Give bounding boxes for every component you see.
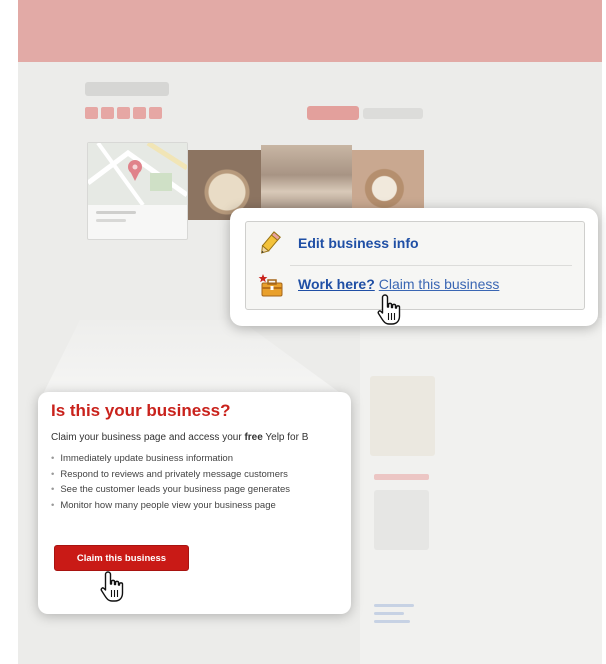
header-bar — [18, 0, 602, 62]
sidebar-column — [360, 318, 602, 664]
action-button-placeholder-2 — [363, 108, 423, 119]
list-item: • Immediately update business information — [51, 453, 234, 464]
benefits-list: • Immediately update business information… — [51, 453, 290, 515]
card-intro: Claim your business page and access your… — [51, 432, 309, 443]
claim-this-business-button[interactable]: Claim this business — [54, 545, 189, 571]
action-button-placeholder — [307, 106, 359, 120]
claim-this-business-link[interactable]: Claim this business — [379, 276, 500, 292]
title-placeholder — [85, 82, 169, 96]
divider — [290, 265, 572, 266]
edit-business-info-link[interactable]: Edit business info — [298, 235, 419, 251]
list-item: • Respond to reviews and privately messag… — [51, 468, 288, 480]
business-actions-popup: Edit business info Work here? Claim this … — [230, 208, 598, 326]
map-thumbnail — [88, 143, 187, 205]
pencil-icon — [261, 231, 281, 254]
briefcase-star-icon — [258, 274, 283, 297]
hand-cursor-icon — [100, 571, 124, 602]
card-title: Is this your business? — [51, 401, 231, 420]
highlight-beam — [40, 320, 350, 400]
edit-business-row[interactable]: Edit business info — [258, 228, 419, 258]
list-item: • See the customer leads your business pa… — [51, 484, 291, 495]
hand-cursor-icon — [377, 294, 401, 325]
map-card — [87, 142, 188, 240]
business-actions-panel: Edit business info Work here? Claim this … — [245, 221, 585, 310]
list-item: • Monitor how many people view your busin… — [51, 499, 276, 511]
claim-business-card: Is this your business? Claim your busine… — [38, 392, 351, 614]
work-here-link[interactable]: Work here? — [298, 276, 375, 292]
